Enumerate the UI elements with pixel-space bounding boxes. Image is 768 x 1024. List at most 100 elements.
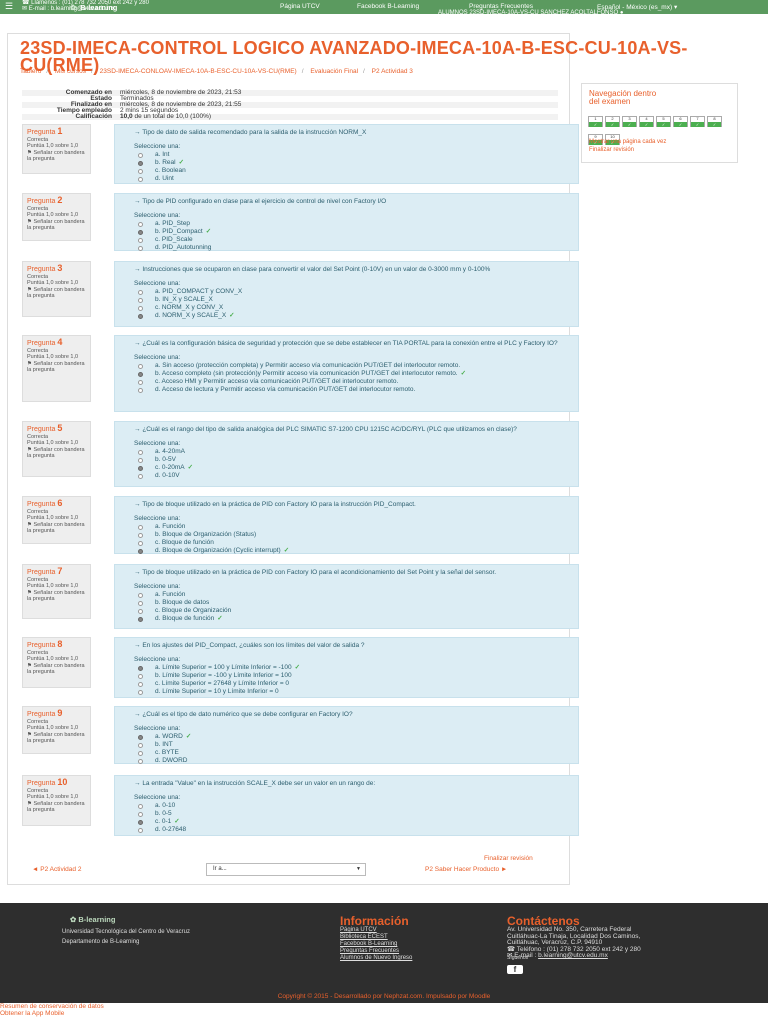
quiz-nav-button[interactable]: 1 ✓ [588, 116, 603, 127]
answer-option[interactable]: c. Límite Superior = 27648 y Límite Infe… [138, 680, 574, 688]
breadcrumb-activity[interactable]: P2 Actividad 3 [372, 68, 413, 75]
radio-button[interactable] [138, 169, 143, 174]
answer-option[interactable]: c. Acceso HMI y Permitir acceso vía comu… [138, 378, 574, 386]
finish-review-bottom-link[interactable]: Finalizar revisión [484, 855, 533, 862]
answer-option[interactable]: c. PID_Scale [138, 236, 574, 244]
quiz-nav-button[interactable]: 7 ✓ [690, 116, 705, 127]
quiz-nav-button[interactable]: 5 ✓ [656, 116, 671, 127]
flag-question-toggle[interactable]: ⚑ Señalar con bandera la pregunta [27, 801, 86, 813]
radio-button[interactable] [138, 314, 143, 319]
answer-option[interactable]: b. Bloque de Organización (Status) [138, 531, 574, 539]
breadcrumb-my-courses[interactable]: Mis cursos [55, 68, 86, 75]
radio-button[interactable] [138, 222, 143, 227]
footer-link[interactable]: Página UTCV [340, 927, 412, 934]
radio-button[interactable] [138, 601, 143, 606]
breadcrumb-section[interactable]: Evaluación Final [310, 68, 358, 75]
flag-question-toggle[interactable]: ⚑ Señalar con bandera la pregunta [27, 663, 86, 675]
answer-option[interactable]: b. IN_X y SCALE_X [138, 296, 574, 304]
radio-button[interactable] [138, 290, 143, 295]
answer-option[interactable]: a. Int [138, 151, 574, 159]
finish-review-link[interactable]: Finalizar revisión [589, 147, 634, 153]
radio-button[interactable] [138, 458, 143, 463]
radio-button[interactable] [138, 246, 143, 251]
answer-option[interactable]: d. Bloque de función ✓ [138, 615, 574, 623]
answer-option[interactable]: b. INT [138, 741, 574, 749]
answer-option[interactable]: c. NORM_X y CONV_X [138, 304, 574, 312]
user-menu[interactable]: ALUMNOS 23SD-IMECA-10A-VS-CU SANCHEZ ACO… [438, 10, 623, 16]
answer-option[interactable]: a. PID_Step [138, 220, 574, 228]
radio-button[interactable] [138, 759, 143, 764]
answer-option[interactable]: b. PID_Compact ✓ [138, 228, 574, 236]
answer-option[interactable]: c. 0-20mA ✓ [138, 464, 574, 472]
answer-option[interactable]: a. 4-20mA [138, 448, 574, 456]
answer-option[interactable]: d. 0-27648 [138, 826, 574, 834]
next-activity-link[interactable]: P2 Saber Hacer Producto ► [425, 866, 507, 873]
radio-button[interactable] [138, 177, 143, 182]
answer-option[interactable]: c. BYTE [138, 749, 574, 757]
answer-option[interactable]: c. Bloque de función [138, 539, 574, 547]
radio-button[interactable] [138, 161, 143, 166]
radio-button[interactable] [138, 549, 143, 554]
radio-button[interactable] [138, 617, 143, 622]
answer-option[interactable]: c. 0-1 ✓ [138, 818, 574, 826]
radio-button[interactable] [138, 153, 143, 158]
flag-question-toggle[interactable]: ⚑ Señalar con bandera la pregunta [27, 150, 86, 162]
answer-option[interactable]: d. Límite Superior = 10 y Límite Inferio… [138, 688, 574, 696]
answer-option[interactable]: a. 0-10 [138, 802, 574, 810]
radio-button[interactable] [138, 450, 143, 455]
answer-option[interactable]: b. 0-5V [138, 456, 574, 464]
menu-icon[interactable]: ☰ [2, 0, 16, 14]
radio-button[interactable] [138, 466, 143, 471]
radio-button[interactable] [138, 388, 143, 393]
footer-link[interactable]: Facebook B-Learning [340, 941, 412, 948]
radio-button[interactable] [138, 238, 143, 243]
show-one-page-link[interactable]: Mostrar una página cada vez [589, 139, 666, 145]
answer-option[interactable]: d. Uint [138, 175, 574, 183]
quiz-nav-button[interactable]: 3 ✓ [622, 116, 637, 127]
radio-button[interactable] [138, 474, 143, 479]
quiz-nav-button[interactable]: 6 ✓ [673, 116, 688, 127]
flag-question-toggle[interactable]: ⚑ Señalar con bandera la pregunta [27, 522, 86, 534]
radio-button[interactable] [138, 609, 143, 614]
jump-to-select[interactable]: Ir a... ▼ [206, 863, 366, 876]
radio-button[interactable] [138, 751, 143, 756]
nav-link-faq[interactable]: Preguntas Frecuentes [469, 3, 533, 10]
radio-button[interactable] [138, 364, 143, 369]
flag-question-toggle[interactable]: ⚑ Señalar con bandera la pregunta [27, 361, 86, 373]
answer-option[interactable]: a. Sin acceso (protección completa) y Pe… [138, 362, 574, 370]
quiz-nav-button[interactable]: 2 ✓ [605, 116, 620, 127]
answer-option[interactable]: d. Bloque de Organización (Cyclic interr… [138, 547, 574, 555]
radio-button[interactable] [138, 812, 143, 817]
data-retention-link[interactable]: Resumen de conservación de datos [0, 1003, 104, 1010]
radio-button[interactable] [138, 230, 143, 235]
footer-email[interactable]: b.learning@utcv.edu.mx [538, 952, 608, 959]
nav-link-utcv[interactable]: Página UTCV [280, 3, 320, 10]
answer-option[interactable]: c. Boolean [138, 167, 574, 175]
breadcrumb-course[interactable]: 23SD-IMECA-CONLOAV-IMECA-10A-B-ESC-CU-10… [100, 68, 297, 75]
quiz-nav-button[interactable]: 4 ✓ [639, 116, 654, 127]
answer-option[interactable]: b. 0-5 [138, 810, 574, 818]
answer-option[interactable]: a. Función [138, 523, 574, 531]
answer-option[interactable]: d. Acceso de lectura y Permitir acceso v… [138, 386, 574, 394]
answer-option[interactable]: a. Función [138, 591, 574, 599]
answer-option[interactable]: b. Real ✓ [138, 159, 574, 167]
quiz-nav-button[interactable]: 8 ✓ [707, 116, 722, 127]
brand-logo[interactable]: ✿ B-learning [70, 3, 117, 12]
answer-option[interactable]: a. PID_COMPACT y CONV_X [138, 288, 574, 296]
prev-activity-link[interactable]: ◄ P2 Actividad 2 [32, 866, 81, 873]
answer-option[interactable]: b. Acceso completo (sin protección)y Per… [138, 370, 574, 378]
radio-button[interactable] [138, 828, 143, 833]
answer-option[interactable]: d. DWORD [138, 757, 574, 765]
flag-question-toggle[interactable]: ⚑ Señalar con bandera la pregunta [27, 287, 86, 299]
radio-button[interactable] [138, 690, 143, 695]
radio-button[interactable] [138, 820, 143, 825]
radio-button[interactable] [138, 372, 143, 377]
answer-option[interactable]: a. Límite Superior = 100 y Límite Inferi… [138, 664, 574, 672]
footer-link[interactable]: Preguntas Frecuentes [340, 948, 412, 955]
answer-option[interactable]: d. 0-10V [138, 472, 574, 480]
answer-option[interactable]: a. WORD ✓ [138, 733, 574, 741]
flag-question-toggle[interactable]: ⚑ Señalar con bandera la pregunta [27, 219, 86, 231]
breadcrumb-dashboard[interactable]: Tablero [20, 68, 41, 75]
answer-option[interactable]: b. Bloque de datos [138, 599, 574, 607]
nav-link-facebook[interactable]: Facebook B-Learning [357, 3, 419, 10]
